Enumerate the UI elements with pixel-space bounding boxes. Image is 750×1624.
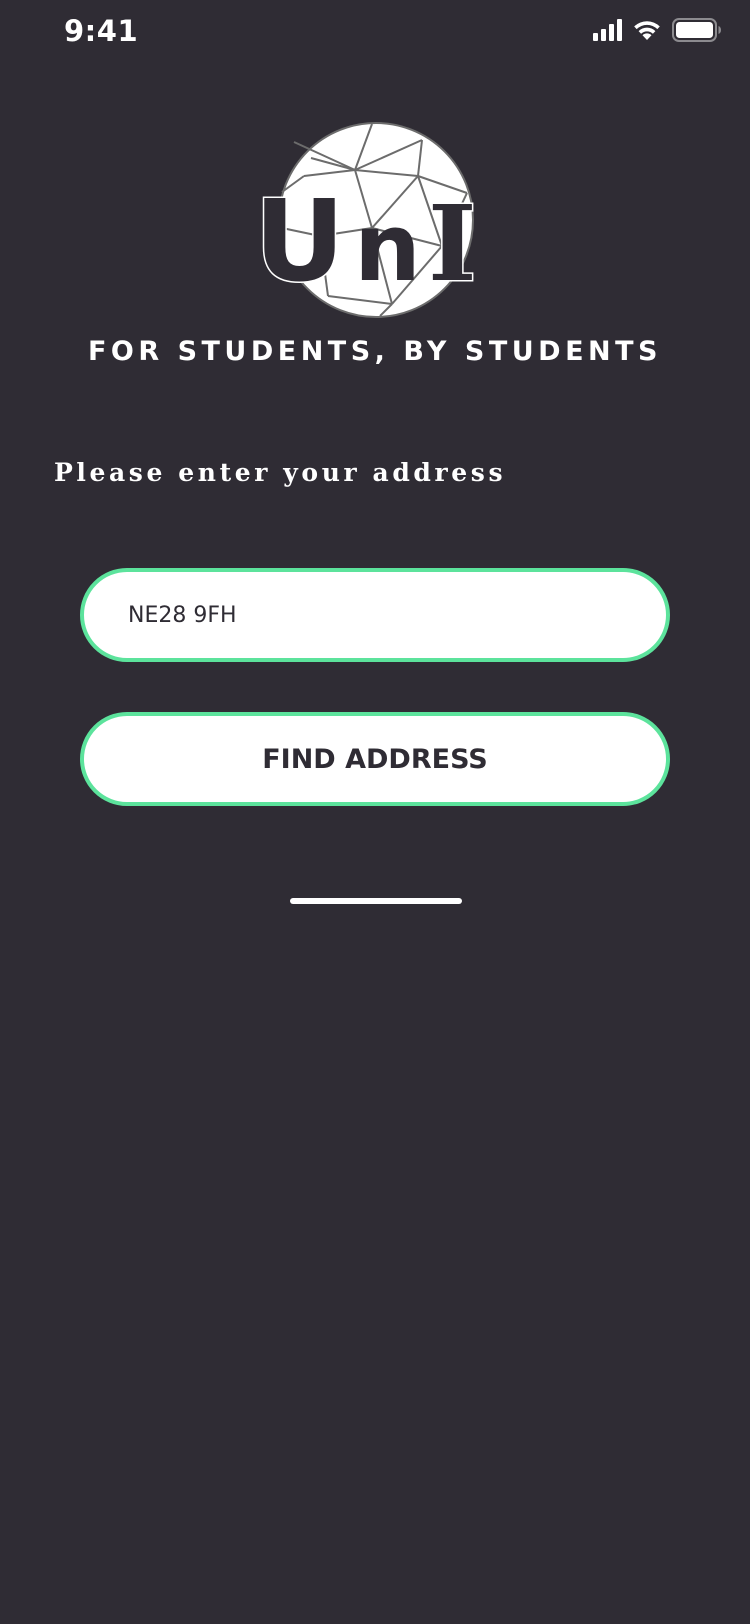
geodesic-globe-logo: U n I bbox=[262, 122, 478, 318]
address-prompt-label: Please enter your address bbox=[54, 458, 507, 487]
find-address-button-label: FIND ADDRESS bbox=[262, 743, 488, 775]
logo-letter-i: I bbox=[428, 182, 477, 305]
find-address-button[interactable]: FIND ADDRESS bbox=[80, 712, 670, 806]
uni-logo: U n I bbox=[262, 118, 494, 324]
wifi-icon bbox=[632, 19, 662, 41]
battery-icon bbox=[672, 18, 722, 42]
home-indicator bbox=[290, 898, 462, 904]
status-bar: 9:41 bbox=[0, 0, 750, 70]
signal-icon bbox=[593, 19, 622, 41]
logo-letter-n: n bbox=[354, 194, 421, 303]
status-time: 9:41 bbox=[64, 14, 139, 48]
postcode-input[interactable] bbox=[80, 568, 670, 662]
tagline: FOR STUDENTS, BY STUDENTS bbox=[87, 336, 662, 367]
logo-letter-u: U bbox=[262, 177, 345, 307]
status-icons bbox=[593, 16, 722, 44]
